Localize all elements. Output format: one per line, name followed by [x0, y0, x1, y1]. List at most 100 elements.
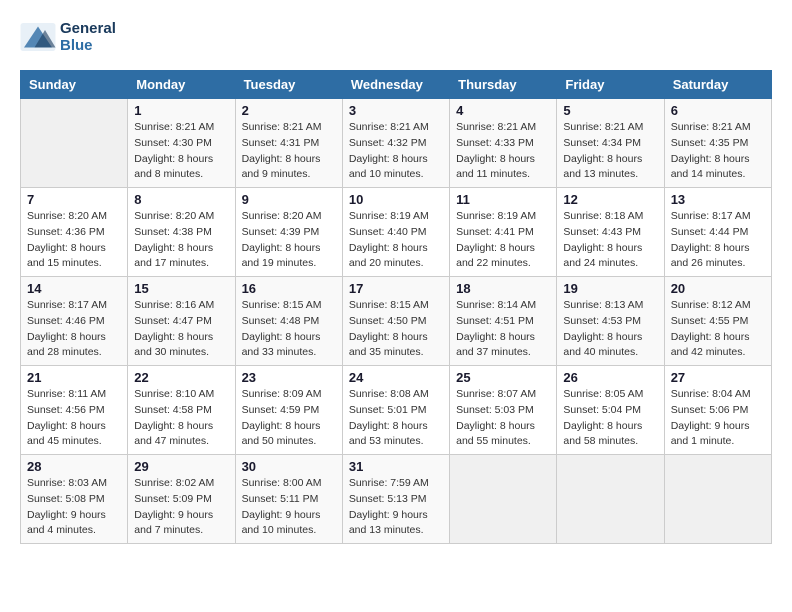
- day-number: 23: [242, 370, 336, 385]
- column-header-saturday: Saturday: [664, 71, 771, 99]
- day-info: Sunrise: 7:59 AMSunset: 5:13 PMDaylight:…: [349, 476, 443, 539]
- day-number: 10: [349, 192, 443, 207]
- day-number: 29: [134, 459, 228, 474]
- day-cell: 28 Sunrise: 8:03 AMSunset: 5:08 PMDayligh…: [21, 455, 128, 544]
- day-info: Sunrise: 8:03 AMSunset: 5:08 PMDaylight:…: [27, 476, 121, 539]
- day-cell: [450, 455, 557, 544]
- day-number: 9: [242, 192, 336, 207]
- day-cell: 15 Sunrise: 8:16 AMSunset: 4:47 PMDayligh…: [128, 277, 235, 366]
- day-cell: 5Sunrise: 8:21 AMSunset: 4:34 PMDaylight…: [557, 99, 664, 188]
- day-number: 6: [671, 103, 765, 118]
- day-number: 4: [456, 103, 550, 118]
- day-info: Sunrise: 8:13 AMSunset: 4:53 PMDaylight:…: [563, 298, 657, 361]
- day-number: 11: [456, 192, 550, 207]
- day-info: Sunrise: 8:14 AMSunset: 4:51 PMDaylight:…: [456, 298, 550, 361]
- day-cell: 13Sunrise: 8:17 AMSunset: 4:44 PMDayligh…: [664, 188, 771, 277]
- day-cell: 26 Sunrise: 8:05 AMSunset: 5:04 PMDayligh…: [557, 366, 664, 455]
- column-header-tuesday: Tuesday: [235, 71, 342, 99]
- day-number: 8: [134, 192, 228, 207]
- day-number: 15: [134, 281, 228, 296]
- day-cell: 4 Sunrise: 8:21 AMSunset: 4:33 PMDaylight…: [450, 99, 557, 188]
- day-info: Sunrise: 8:15 AMSunset: 4:48 PMDaylight:…: [242, 298, 336, 361]
- day-number: 31: [349, 459, 443, 474]
- day-info: Sunrise: 8:17 AMSunset: 4:46 PMDaylight:…: [27, 298, 121, 361]
- day-info: Sunrise: 8:17 AMSunset: 4:44 PMDaylight:…: [671, 209, 765, 272]
- day-cell: 6 Sunrise: 8:21 AMSunset: 4:35 PMDaylight…: [664, 99, 771, 188]
- column-header-thursday: Thursday: [450, 71, 557, 99]
- day-info: Sunrise: 8:21 AMSunset: 4:31 PMDaylight:…: [242, 120, 336, 183]
- day-info: Sunrise: 8:21 AMSunset: 4:33 PMDaylight:…: [456, 120, 550, 183]
- week-row-5: 28 Sunrise: 8:03 AMSunset: 5:08 PMDayligh…: [21, 455, 772, 544]
- day-number: 1: [134, 103, 228, 118]
- day-cell: 16 Sunrise: 8:15 AMSunset: 4:48 PMDayligh…: [235, 277, 342, 366]
- column-header-wednesday: Wednesday: [342, 71, 449, 99]
- day-number: 26: [563, 370, 657, 385]
- day-number: 14: [27, 281, 121, 296]
- logo-text: General Blue: [60, 20, 116, 54]
- day-number: 24: [349, 370, 443, 385]
- day-cell: 25 Sunrise: 8:07 AMSunset: 5:03 PMDayligh…: [450, 366, 557, 455]
- day-cell: [21, 99, 128, 188]
- day-number: 25: [456, 370, 550, 385]
- page-header: General Blue: [20, 20, 772, 54]
- day-cell: 14 Sunrise: 8:17 AMSunset: 4:46 PMDayligh…: [21, 277, 128, 366]
- day-cell: 11Sunrise: 8:19 AMSunset: 4:41 PMDayligh…: [450, 188, 557, 277]
- day-info: Sunrise: 8:16 AMSunset: 4:47 PMDaylight:…: [134, 298, 228, 361]
- header-row: SundayMondayTuesdayWednesdayThursdayFrid…: [21, 71, 772, 99]
- day-number: 22: [134, 370, 228, 385]
- day-info: Sunrise: 8:10 AMSunset: 4:58 PMDaylight:…: [134, 387, 228, 450]
- week-row-4: 21Sunrise: 8:11 AMSunset: 4:56 PMDayligh…: [21, 366, 772, 455]
- day-info: Sunrise: 8:21 AMSunset: 4:30 PMDaylight:…: [134, 120, 228, 183]
- day-info: Sunrise: 8:21 AMSunset: 4:32 PMDaylight:…: [349, 120, 443, 183]
- day-info: Sunrise: 8:09 AMSunset: 4:59 PMDaylight:…: [242, 387, 336, 450]
- day-cell: 19 Sunrise: 8:13 AMSunset: 4:53 PMDayligh…: [557, 277, 664, 366]
- column-header-sunday: Sunday: [21, 71, 128, 99]
- day-number: 16: [242, 281, 336, 296]
- day-cell: 21Sunrise: 8:11 AMSunset: 4:56 PMDayligh…: [21, 366, 128, 455]
- week-row-3: 14 Sunrise: 8:17 AMSunset: 4:46 PMDayligh…: [21, 277, 772, 366]
- day-cell: 3Sunrise: 8:21 AMSunset: 4:32 PMDaylight…: [342, 99, 449, 188]
- calendar-table: SundayMondayTuesdayWednesdayThursdayFrid…: [20, 70, 772, 544]
- day-cell: 1 Sunrise: 8:21 AMSunset: 4:30 PMDaylight…: [128, 99, 235, 188]
- logo-icon: [20, 23, 56, 51]
- day-cell: 9 Sunrise: 8:20 AMSunset: 4:39 PMDaylight…: [235, 188, 342, 277]
- day-cell: 18Sunrise: 8:14 AMSunset: 4:51 PMDayligh…: [450, 277, 557, 366]
- day-cell: 17Sunrise: 8:15 AMSunset: 4:50 PMDayligh…: [342, 277, 449, 366]
- day-info: Sunrise: 8:20 AMSunset: 4:38 PMDaylight:…: [134, 209, 228, 272]
- logo: General Blue: [20, 20, 116, 54]
- day-info: Sunrise: 8:12 AMSunset: 4:55 PMDaylight:…: [671, 298, 765, 361]
- day-cell: [664, 455, 771, 544]
- week-row-1: 1 Sunrise: 8:21 AMSunset: 4:30 PMDaylight…: [21, 99, 772, 188]
- day-cell: 27 Sunrise: 8:04 AMSunset: 5:06 PMDayligh…: [664, 366, 771, 455]
- day-number: 19: [563, 281, 657, 296]
- day-cell: 29 Sunrise: 8:02 AMSunset: 5:09 PMDayligh…: [128, 455, 235, 544]
- day-number: 30: [242, 459, 336, 474]
- day-number: 27: [671, 370, 765, 385]
- day-cell: 10 Sunrise: 8:19 AMSunset: 4:40 PMDayligh…: [342, 188, 449, 277]
- day-number: 7: [27, 192, 121, 207]
- column-header-friday: Friday: [557, 71, 664, 99]
- day-cell: 22 Sunrise: 8:10 AMSunset: 4:58 PMDayligh…: [128, 366, 235, 455]
- day-number: 28: [27, 459, 121, 474]
- day-number: 20: [671, 281, 765, 296]
- day-cell: 12Sunrise: 8:18 AMSunset: 4:43 PMDayligh…: [557, 188, 664, 277]
- day-info: Sunrise: 8:02 AMSunset: 5:09 PMDaylight:…: [134, 476, 228, 539]
- day-info: Sunrise: 8:07 AMSunset: 5:03 PMDaylight:…: [456, 387, 550, 450]
- day-cell: 2 Sunrise: 8:21 AMSunset: 4:31 PMDaylight…: [235, 99, 342, 188]
- day-info: Sunrise: 8:04 AMSunset: 5:06 PMDaylight:…: [671, 387, 765, 450]
- day-info: Sunrise: 8:21 AMSunset: 4:35 PMDaylight:…: [671, 120, 765, 183]
- day-number: 2: [242, 103, 336, 118]
- week-row-2: 7Sunrise: 8:20 AMSunset: 4:36 PMDaylight…: [21, 188, 772, 277]
- day-number: 17: [349, 281, 443, 296]
- day-number: 12: [563, 192, 657, 207]
- day-cell: 24Sunrise: 8:08 AMSunset: 5:01 PMDayligh…: [342, 366, 449, 455]
- day-info: Sunrise: 8:00 AMSunset: 5:11 PMDaylight:…: [242, 476, 336, 539]
- day-cell: 7Sunrise: 8:20 AMSunset: 4:36 PMDaylight…: [21, 188, 128, 277]
- day-info: Sunrise: 8:19 AMSunset: 4:40 PMDaylight:…: [349, 209, 443, 272]
- day-info: Sunrise: 8:11 AMSunset: 4:56 PMDaylight:…: [27, 387, 121, 450]
- day-info: Sunrise: 8:05 AMSunset: 5:04 PMDaylight:…: [563, 387, 657, 450]
- day-cell: 8 Sunrise: 8:20 AMSunset: 4:38 PMDaylight…: [128, 188, 235, 277]
- day-info: Sunrise: 8:20 AMSunset: 4:39 PMDaylight:…: [242, 209, 336, 272]
- day-cell: 23 Sunrise: 8:09 AMSunset: 4:59 PMDayligh…: [235, 366, 342, 455]
- day-cell: 30 Sunrise: 8:00 AMSunset: 5:11 PMDayligh…: [235, 455, 342, 544]
